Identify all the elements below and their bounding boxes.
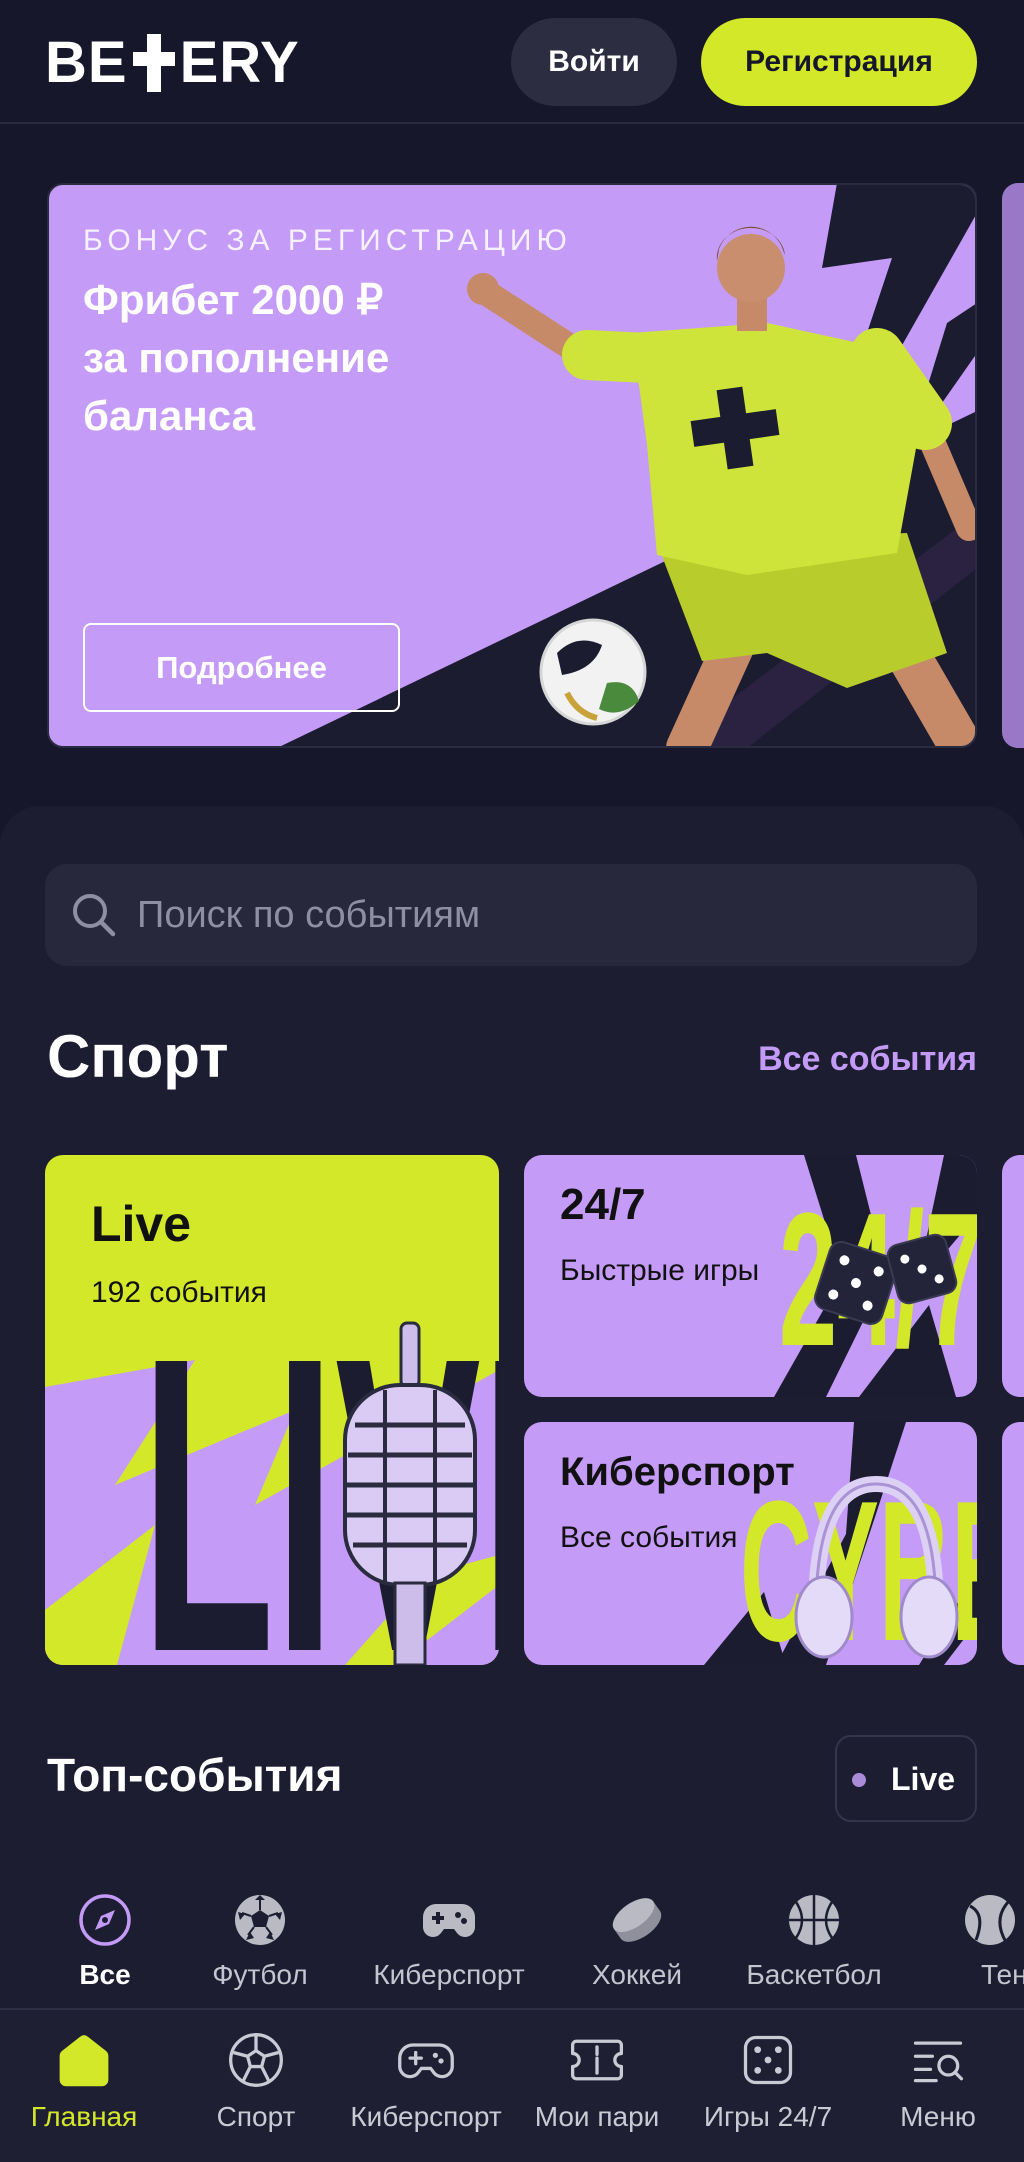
football-icon	[235, 1895, 285, 1945]
live-dot-icon	[852, 1773, 866, 1787]
next-tile-peek[interactable]	[1002, 1155, 1024, 1397]
logo-text-left: BE	[45, 30, 128, 95]
search-bar[interactable]	[45, 864, 977, 966]
logo-text-right: ERY	[179, 30, 300, 95]
banner-title-line: Фрибет 2000 ₽	[83, 276, 384, 323]
login-button[interactable]: Войти	[511, 18, 677, 106]
category-hockey[interactable]: Хоккей	[557, 1888, 717, 1998]
nav-cybersport[interactable]: Киберспорт	[344, 2010, 508, 2162]
tile-fast-games[interactable]: 24/7 24/7 Быстрые игры	[524, 1155, 977, 1397]
tile-title: 24/7	[560, 1180, 646, 1229]
compass-icon	[79, 1894, 131, 1946]
football-icon	[229, 2033, 283, 2087]
category-label: Баскетбол	[746, 1959, 882, 1990]
dice-icon	[743, 2035, 793, 2085]
category-tennis[interactable]: Тенни	[930, 1888, 1024, 1998]
section-title-sport: Спорт	[47, 1023, 229, 1090]
category-label: Киберспорт	[373, 1959, 525, 1990]
tile-cybersport[interactable]: CYBER Киберспорт Все события	[524, 1422, 977, 1665]
tile-subtitle: Быстрые игры	[560, 1254, 760, 1287]
nav-label: Меню	[900, 2101, 976, 2132]
gamepad-icon	[398, 2043, 454, 2079]
category-label: Все	[79, 1959, 131, 1990]
hockey-puck-icon	[612, 1898, 662, 1942]
home-icon	[59, 2035, 109, 2087]
section-title-top-events: Топ-события	[47, 1749, 343, 1801]
tile-subtitle: 192 события	[91, 1276, 267, 1309]
tennis-ball-icon	[965, 1895, 1015, 1945]
bottom-navigation: Главная Спорт Киберспорт Мои пари Игры 2…	[0, 2008, 1024, 2162]
banner-title-line: баланса	[83, 392, 255, 439]
promo-banner[interactable]: БОНУС ЗА РЕГИСТРАЦИЮ Фрибет 2000 ₽ за по…	[47, 183, 977, 748]
nav-my-bets[interactable]: Мои пари	[515, 2010, 679, 2162]
nav-label: Мои пари	[534, 2101, 660, 2132]
banner-title: Фрибет 2000 ₽ за пополнение баланса	[83, 271, 389, 445]
nav-label: Спорт	[216, 2101, 296, 2132]
banner-eyebrow: БОНУС ЗА РЕГИСТРАЦИЮ	[83, 224, 572, 257]
live-filter-label: Live	[891, 1761, 956, 1797]
tile-live[interactable]: LIVE Live 192 события	[45, 1155, 499, 1665]
search-icon	[73, 894, 116, 937]
next-tile-peek[interactable]	[1002, 1422, 1024, 1665]
ticket-icon	[570, 2039, 624, 2081]
register-button[interactable]: Регистрация	[701, 18, 977, 106]
category-cybersport[interactable]: Киберспорт	[359, 1888, 539, 1998]
menu-search-icon	[913, 2041, 964, 2083]
category-label: Хоккей	[592, 1959, 682, 1990]
header-divider	[0, 122, 1024, 124]
nav-sport[interactable]: Спорт	[174, 2010, 338, 2162]
nav-label: Киберспорт	[350, 2101, 502, 2132]
tile-title: Киберспорт	[560, 1450, 795, 1494]
nav-home[interactable]: Главная	[2, 2010, 166, 2162]
nav-menu[interactable]: Меню	[856, 2010, 1020, 2162]
search-input[interactable]	[137, 864, 957, 966]
nav-games-247[interactable]: Игры 24/7	[686, 2010, 850, 2162]
nav-label: Главная	[30, 2101, 138, 2132]
category-basketball[interactable]: Баскетбол	[724, 1888, 904, 1998]
tile-title: Live	[91, 1196, 192, 1252]
category-football[interactable]: Футбол	[180, 1888, 340, 1998]
category-label: Тенни	[981, 1959, 1024, 1990]
logo-plus-icon	[132, 34, 175, 92]
category-all[interactable]: Все	[25, 1888, 185, 1998]
next-banner-peek[interactable]	[1002, 183, 1024, 748]
all-events-link[interactable]: Все события	[758, 1038, 977, 1080]
live-filter-chip[interactable]: Live	[835, 1735, 977, 1822]
banner-title-line: за пополнение	[83, 334, 390, 381]
more-details-button[interactable]: Подробнее	[83, 623, 400, 712]
gamepad-icon	[423, 1904, 475, 1937]
basketball-icon	[789, 1895, 839, 1945]
brand-logo[interactable]: BE ERY	[45, 30, 300, 96]
nav-label: Игры 24/7	[703, 2101, 833, 2132]
category-label: Футбол	[212, 1959, 308, 1990]
tile-subtitle: Все события	[560, 1521, 738, 1554]
